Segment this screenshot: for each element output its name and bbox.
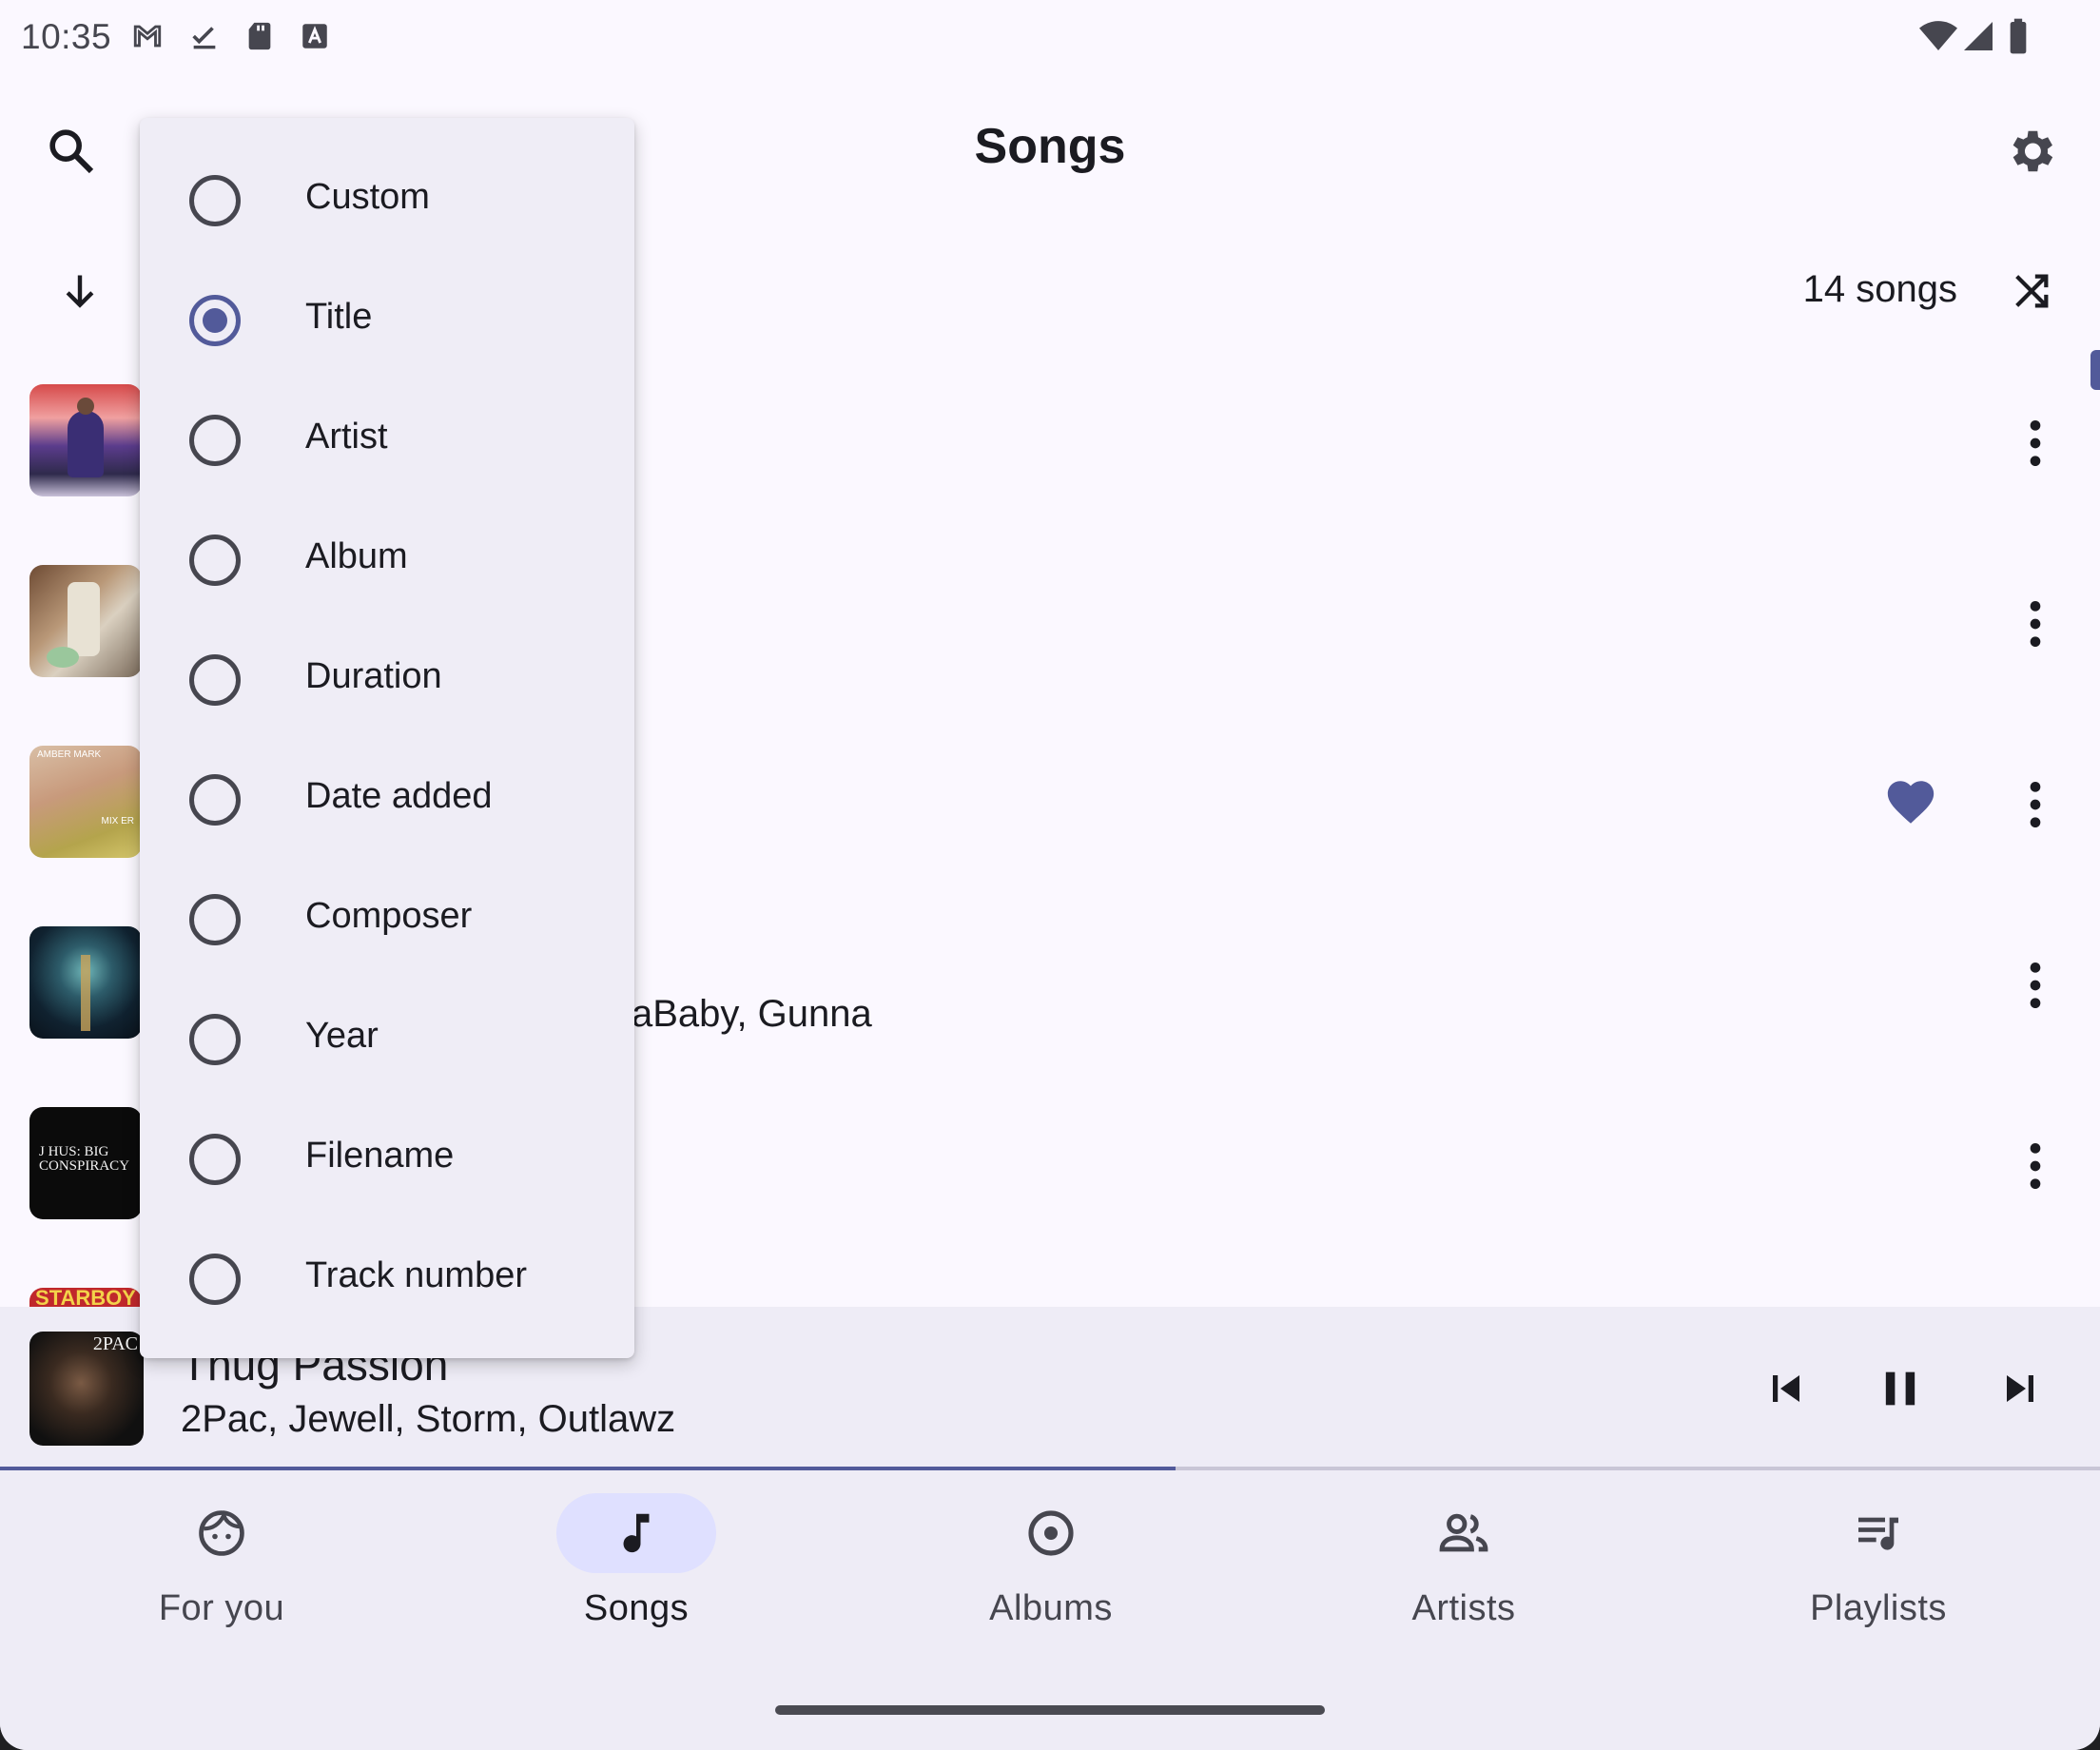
radio-button[interactable] bbox=[189, 1254, 241, 1305]
app-screen: 10:35 Songs 14 songs AMBER MARK MIX ER a… bbox=[0, 0, 2100, 1750]
sort-option-label: Album bbox=[305, 536, 408, 576]
nav-pill bbox=[971, 1493, 1131, 1573]
sort-option-label: Composer bbox=[305, 896, 473, 936]
nav-artists[interactable]: Artists bbox=[1321, 1493, 1606, 1645]
sort-option-label: Year bbox=[305, 1016, 379, 1056]
sort-option-artist[interactable]: Artist bbox=[140, 380, 634, 500]
nav-label: Albums bbox=[989, 1588, 1113, 1628]
sort-option-duration[interactable]: Duration bbox=[140, 620, 634, 740]
nav-label: For you bbox=[158, 1588, 285, 1628]
song-count: 14 songs bbox=[1802, 268, 1957, 310]
queue-music-icon bbox=[1858, 1517, 1898, 1550]
more-vert-icon bbox=[2030, 962, 2041, 1008]
sort-option-label: Date added bbox=[305, 776, 493, 816]
settings-gear-icon bbox=[2012, 130, 2053, 172]
album-art: J HUS: BIG CONSPIRACY bbox=[29, 1107, 142, 1219]
battery-icon bbox=[2010, 18, 2027, 54]
status-time: 10:35 bbox=[21, 17, 112, 56]
shuffle-icon bbox=[2015, 274, 2049, 308]
wifi-icon bbox=[1919, 21, 1957, 50]
nav-albums[interactable]: Albums bbox=[908, 1493, 1194, 1645]
album-art bbox=[29, 565, 142, 677]
nav-label: Songs bbox=[583, 1588, 690, 1628]
sort-menu: Custom Title Artist Album Duration Date … bbox=[140, 118, 634, 1358]
gmail-icon bbox=[133, 25, 162, 48]
text-a-icon bbox=[302, 24, 327, 49]
scrollbar-thumb[interactable] bbox=[2090, 350, 2100, 390]
sort-option-label: Artist bbox=[305, 417, 388, 457]
nav-label: Playlists bbox=[1810, 1588, 1947, 1628]
face-icon bbox=[199, 1509, 244, 1556]
pause-icon bbox=[1885, 1371, 1915, 1406]
radio-button[interactable] bbox=[189, 535, 241, 586]
more-options-button[interactable] bbox=[2012, 1136, 2058, 1196]
favorite-button[interactable] bbox=[1881, 772, 1940, 831]
nav-pill bbox=[1384, 1493, 1544, 1573]
sort-option-custom[interactable]: Custom bbox=[140, 141, 634, 261]
radio-button[interactable] bbox=[189, 774, 241, 826]
sort-option-date-added[interactable]: Date added bbox=[140, 740, 634, 860]
now-playing-artist: 2Pac, Jewell, Storm, Outlawz bbox=[181, 1398, 676, 1440]
nav-pill bbox=[142, 1493, 301, 1573]
radio-button[interactable] bbox=[189, 894, 241, 945]
sort-direction-button[interactable] bbox=[53, 262, 107, 320]
radio-button[interactable] bbox=[189, 1014, 241, 1065]
music-note-icon bbox=[623, 1513, 650, 1553]
more-vert-icon bbox=[2030, 1143, 2041, 1189]
more-options-button[interactable] bbox=[2012, 774, 2058, 835]
sort-option-label: Custom bbox=[305, 177, 430, 217]
album-art: AMBER MARK MIX ER bbox=[29, 746, 142, 858]
more-vert-icon bbox=[2030, 782, 2041, 827]
sort-option-title[interactable]: Title bbox=[140, 261, 634, 380]
skip-next-icon bbox=[2007, 1375, 2033, 1402]
cell-signal-icon bbox=[1964, 22, 1993, 50]
arrow-down-icon bbox=[66, 275, 94, 308]
nav-for-you[interactable]: For you bbox=[79, 1493, 364, 1645]
nav-pill bbox=[1799, 1493, 1958, 1573]
gesture-navigation-bar[interactable] bbox=[775, 1705, 1325, 1715]
nav-label: Artists bbox=[1411, 1588, 1516, 1628]
heart-filled-icon bbox=[1887, 781, 1935, 824]
nav-playlists[interactable]: Playlists bbox=[1736, 1493, 2021, 1645]
radio-button[interactable] bbox=[189, 175, 241, 226]
previous-button[interactable] bbox=[1752, 1354, 1820, 1423]
more-options-button[interactable] bbox=[2012, 955, 2058, 1016]
radio-button[interactable] bbox=[189, 654, 241, 706]
album-icon bbox=[1028, 1510, 1074, 1556]
sort-option-label: Title bbox=[305, 297, 373, 337]
status-bar: 10:35 bbox=[0, 0, 2100, 76]
more-vert-icon bbox=[2030, 601, 2041, 647]
sort-option-filename[interactable]: Filename bbox=[140, 1099, 634, 1219]
settings-button[interactable] bbox=[1997, 118, 2064, 185]
radio-button[interactable] bbox=[189, 415, 241, 466]
radio-button[interactable] bbox=[189, 1134, 241, 1185]
pause-button[interactable] bbox=[1866, 1354, 1935, 1423]
album-art: STARBOY bbox=[29, 1288, 142, 1307]
sort-option-album[interactable]: Album bbox=[140, 500, 634, 620]
song-artist-partial: aBaby, Gunna bbox=[632, 993, 872, 1035]
album-art bbox=[29, 926, 142, 1039]
radio-button[interactable] bbox=[189, 295, 241, 346]
sd-card-icon bbox=[248, 22, 271, 50]
sort-option-label: Duration bbox=[305, 656, 442, 696]
sort-option-label: Track number bbox=[305, 1255, 527, 1295]
people-icon bbox=[1439, 1513, 1488, 1552]
sort-option-year[interactable]: Year bbox=[140, 980, 634, 1099]
more-vert-icon bbox=[2030, 420, 2041, 466]
album-art bbox=[29, 384, 142, 496]
more-options-button[interactable] bbox=[2012, 413, 2058, 474]
sort-option-label: Filename bbox=[305, 1136, 455, 1176]
more-options-button[interactable] bbox=[2012, 593, 2058, 654]
sort-option-track-number[interactable]: Track number bbox=[140, 1219, 634, 1339]
now-playing-album-art: 2PAC bbox=[29, 1332, 144, 1446]
nav-pill-active bbox=[556, 1493, 716, 1573]
next-button[interactable] bbox=[1986, 1354, 2054, 1423]
shuffle-button[interactable] bbox=[2005, 262, 2058, 320]
sort-option-composer[interactable]: Composer bbox=[140, 860, 634, 980]
download-done-icon bbox=[192, 27, 216, 49]
skip-previous-icon bbox=[1773, 1375, 1799, 1402]
nav-songs[interactable]: Songs bbox=[494, 1493, 779, 1645]
